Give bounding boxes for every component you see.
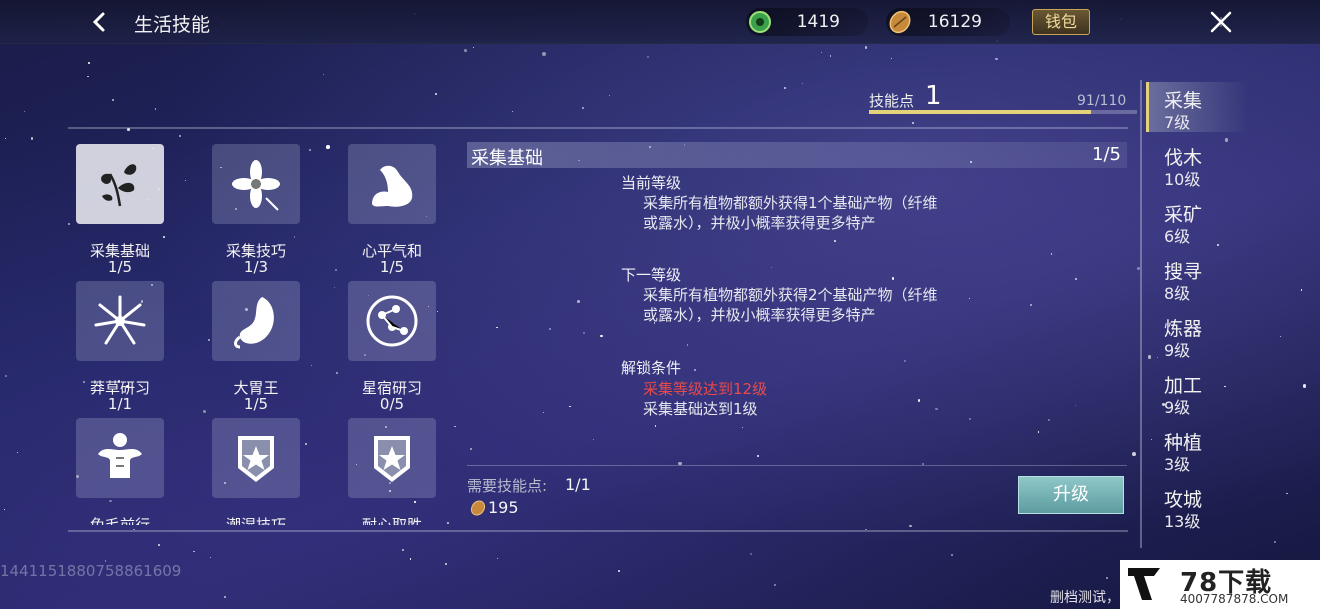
required-points-label: 需要技能点: — [467, 477, 548, 495]
skill-level: 1/3 — [243, 258, 269, 276]
skill-points-progress-fill — [869, 110, 1091, 114]
star-banner-icon — [238, 436, 274, 482]
skill-points-progress-bar — [869, 110, 1137, 114]
skill-icon-frame — [212, 418, 300, 498]
page-title: 生活技能 — [134, 14, 211, 36]
skill-points-label: 技能点 — [869, 92, 915, 110]
tab-divider — [1140, 80, 1142, 548]
divider — [68, 530, 1128, 532]
skill-icon-frame — [348, 144, 436, 224]
tab-level: 8级 — [1164, 284, 1191, 303]
tab-planting[interactable]: 种植 3级 — [1146, 424, 1246, 474]
tab-level: 3级 — [1164, 455, 1191, 474]
back-button[interactable] — [86, 8, 114, 36]
muscle-torso-icon — [98, 433, 142, 478]
gold-seed-icon — [889, 10, 911, 34]
skill-card[interactable]: 潮湿技巧 — [204, 414, 314, 525]
flower-icon — [232, 160, 280, 211]
watermark-url: 4007787878.COM — [1180, 592, 1289, 606]
next-level-text: 采集所有植物都额外获得2个基础产物（纤维或露水），并极小概率获得更多特产 — [643, 286, 938, 324]
close-icon — [1210, 11, 1232, 33]
currency-jade-value: 1419 — [796, 12, 840, 32]
skill-card[interactable]: 心平气和 1/5 — [340, 140, 448, 280]
grass-burst-icon — [94, 295, 146, 345]
skill-name: 兔毛前行 — [89, 516, 150, 525]
skill-detail-title: 采集基础 — [471, 148, 543, 169]
top-bar: 生活技能 1419 16129 钱包 — [0, 0, 1320, 44]
unlock-requirement-met: 采集基础达到1级 — [643, 400, 758, 418]
skill-icon-frame — [76, 418, 164, 498]
skill-level: 1/5 — [243, 395, 269, 413]
skill-points-progress-text: 91/110 — [1077, 93, 1127, 109]
jade-coin-icon — [749, 11, 771, 33]
tab-level: 6级 — [1164, 227, 1191, 246]
skill-detail-level: 1/5 — [1092, 144, 1121, 165]
gold-seed-icon — [470, 500, 486, 516]
current-level-text: 采集所有植物都额外获得1个基础产物（纤维或露水），并极小概率获得更多特产 — [643, 194, 938, 232]
chevron-left-icon — [92, 12, 105, 32]
divider — [68, 127, 1128, 129]
skill-card[interactable]: 星宿研习 0/5 — [340, 277, 448, 417]
close-button[interactable] — [1205, 6, 1237, 38]
tab-level: 9级 — [1164, 341, 1191, 360]
skill-level: 1/5 — [107, 258, 133, 276]
skill-level: 1/1 — [107, 395, 133, 413]
currency-jade: 1419 — [746, 8, 868, 36]
unlock-conditions-heading: 解锁条件 — [621, 359, 682, 377]
skill-card[interactable]: 采集基础 1/5 — [68, 140, 178, 280]
herb-leaves-icon — [101, 164, 137, 207]
tab-siege[interactable]: 攻城 13级 — [1146, 481, 1246, 531]
skill-icon-frame — [212, 144, 300, 224]
unlock-requirement-unmet: 采集等级达到12级 — [643, 380, 768, 398]
upgrade-button[interactable]: 升级 — [1018, 476, 1124, 514]
tab-forging[interactable]: 炼器 9级 — [1146, 310, 1246, 360]
skill-grid: 采集基础 1/5 采集技巧 1/3 心平气和 1/5 莽草研习 1/1 大胃王 … — [68, 140, 448, 525]
tab-mining[interactable]: 采矿 6级 — [1146, 196, 1246, 246]
skill-icon-frame — [348, 418, 436, 498]
skill-card[interactable]: 大胃王 1/5 — [204, 277, 314, 417]
skill-detail-header: 采集基础 1/5 — [467, 142, 1127, 169]
current-level-heading: 当前等级 — [621, 174, 682, 192]
stomach-icon — [234, 297, 274, 349]
test-notice: 删档测试， — [1050, 590, 1120, 606]
skill-icon-frame — [212, 281, 300, 361]
upgrade-cost-value: 195 — [488, 498, 519, 517]
watermark-logo-icon — [1128, 568, 1160, 600]
skill-icon-frame — [76, 281, 164, 361]
currency-gold: 16129 — [886, 8, 1010, 36]
skill-card[interactable]: 采集技巧 1/3 — [204, 140, 314, 280]
divider — [467, 465, 1127, 466]
tab-searching[interactable]: 搜寻 8级 — [1146, 253, 1246, 303]
skill-name: 潮湿技巧 — [225, 516, 286, 525]
skill-icon-frame — [76, 144, 164, 224]
wallet-button[interactable]: 钱包 — [1032, 9, 1090, 35]
constellation-icon — [366, 295, 418, 347]
tab-gathering[interactable]: 采集 7级 — [1146, 82, 1246, 132]
skill-points-value: 1 — [925, 81, 942, 111]
skill-name: 耐心取胜 — [361, 516, 422, 525]
skill-card[interactable]: 耐心取胜 — [340, 414, 448, 525]
site-watermark: 78下载 4007787878.COM — [1120, 560, 1320, 609]
skill-card[interactable]: 兔毛前行 — [68, 414, 178, 525]
required-points-value: 1/1 — [565, 475, 591, 494]
currency-gold-value: 16129 — [927, 12, 982, 32]
tab-level: 9级 — [1164, 398, 1191, 417]
tab-level: 7级 — [1164, 113, 1191, 132]
next-level-heading: 下一等级 — [621, 266, 682, 284]
star-banner-icon — [374, 436, 410, 482]
tab-level: 13级 — [1164, 512, 1201, 531]
tab-processing[interactable]: 加工 9级 — [1146, 367, 1246, 417]
tab-logging[interactable]: 伐木 10级 — [1146, 139, 1246, 189]
skill-card[interactable]: 莽草研习 1/1 — [68, 277, 178, 417]
flexed-arm-icon — [372, 165, 413, 207]
skill-level: 0/5 — [379, 395, 405, 413]
skill-icon-frame — [348, 281, 436, 361]
tab-level: 10级 — [1164, 170, 1201, 189]
player-uid: 1441151880758861609 — [0, 562, 182, 580]
skill-level: 1/5 — [379, 258, 405, 276]
